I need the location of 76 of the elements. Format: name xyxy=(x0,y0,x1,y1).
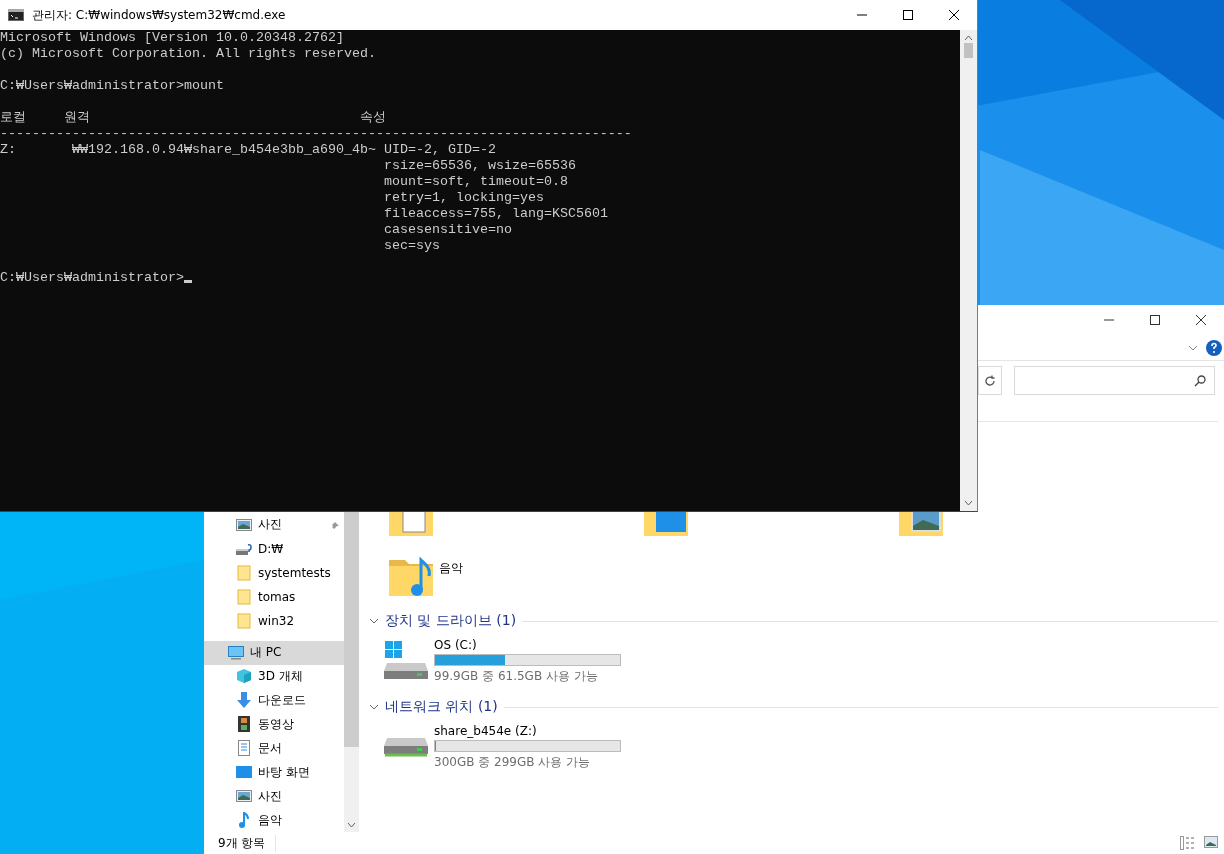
network-drive-icon xyxy=(383,737,429,757)
drive-name: OS (C:) xyxy=(434,637,478,652)
nav-item[interactable]: 사진 xyxy=(204,513,344,537)
column-header: 원격 xyxy=(64,110,91,126)
console-text: retry=1, locking=yes xyxy=(384,190,544,205)
console-text: (c) Microsoft Corporation. All rights reserved. xyxy=(0,46,376,61)
chevron-down-icon[interactable] xyxy=(369,704,379,710)
nav-item[interactable]: 내 PC xyxy=(204,640,344,665)
scroll-up-icon[interactable] xyxy=(964,35,973,41)
help-icon[interactable] xyxy=(1206,339,1222,356)
console-text: rsize=65536, wsize=65536 xyxy=(384,158,576,173)
nav-item[interactable]: 사진 xyxy=(204,784,344,809)
pictures-icon xyxy=(236,516,252,533)
group-title: 장치 및 드라이브 (1) xyxy=(385,612,517,630)
cube-icon xyxy=(236,668,252,685)
nav-item[interactable]: 바탕 화면 xyxy=(204,760,344,785)
console-icon xyxy=(8,9,24,21)
group-title: 네트워크 위치 (1) xyxy=(385,698,498,716)
computer-icon xyxy=(228,644,244,661)
text-cursor xyxy=(183,280,192,283)
close-icon[interactable] xyxy=(949,10,959,20)
film-icon xyxy=(236,716,252,733)
item-count: 9개 항목 xyxy=(218,834,277,852)
nav-item[interactable]: systemtests xyxy=(204,560,344,585)
scroll-down-icon[interactable] xyxy=(347,822,356,828)
refresh-icon[interactable] xyxy=(984,374,996,387)
folder-icon xyxy=(236,564,252,581)
refresh-button[interactable] xyxy=(978,366,1002,395)
folder-icon xyxy=(236,612,252,629)
console-text: Z: xyxy=(0,142,16,157)
drive-name: share_b454e (Z:) xyxy=(434,723,538,738)
close-icon[interactable] xyxy=(1196,315,1206,325)
drive-icon xyxy=(383,641,429,681)
nav-item[interactable]: win32 xyxy=(204,608,344,633)
document-icon xyxy=(236,740,252,757)
console-text: C:₩Users₩administrator> xyxy=(0,270,184,285)
search-icon xyxy=(1194,374,1206,387)
maximize-icon[interactable] xyxy=(903,10,913,20)
download-icon xyxy=(236,692,252,709)
large-icons-view-icon[interactable] xyxy=(1204,836,1218,848)
chevron-down-icon[interactable] xyxy=(369,618,379,624)
nav-item[interactable]: D:₩ xyxy=(204,536,344,561)
drive-space: 300GB 중 299GB 사용 가능 xyxy=(434,753,592,771)
scroll-down-icon[interactable] xyxy=(964,500,973,506)
console-text: sec=sys xyxy=(384,238,440,253)
nav-item[interactable]: 다운로드 xyxy=(204,688,344,713)
console-text: casesensitive=no xyxy=(384,222,512,237)
search-field[interactable] xyxy=(1014,366,1215,395)
scrollbar[interactable] xyxy=(960,30,977,511)
details-view-icon[interactable] xyxy=(1180,836,1196,850)
desktop-icon xyxy=(236,764,252,781)
scrollbar-thumb[interactable] xyxy=(964,43,973,58)
nav-item[interactable]: 동영상 xyxy=(204,712,344,737)
maximize-icon[interactable] xyxy=(1150,315,1160,325)
window-title: 관리자: C:₩windows₩system32₩cmd.exe xyxy=(32,6,287,24)
column-header: 속성 xyxy=(360,110,387,126)
pictures-icon xyxy=(236,788,252,805)
drive-space: 99.9GB 중 61.5GB 사용 가능 xyxy=(434,667,599,685)
nav-item[interactable]: 문서 xyxy=(204,736,344,761)
chevron-down-icon[interactable] xyxy=(1188,344,1198,351)
column-header: 로컬 xyxy=(0,110,27,126)
console-text: mount=soft, timeout=0.8 xyxy=(384,174,568,189)
folder-label: 음악 xyxy=(439,560,463,577)
nav-item[interactable]: tomas xyxy=(204,584,344,609)
console-text: C:₩Users₩administrator>mount xyxy=(0,78,224,93)
console-text: ------------------------------------------------------------------------------- xyxy=(0,126,632,141)
scrollbar[interactable] xyxy=(344,512,359,832)
scrollbar-thumb[interactable] xyxy=(344,512,359,747)
nav-item[interactable]: 음악 xyxy=(204,808,344,832)
folder-icon xyxy=(236,588,252,605)
console-text: UID=-2, GID=-2 xyxy=(384,142,496,157)
nav-item[interactable]: 3D 개체 xyxy=(204,664,344,689)
console-text: Microsoft Windows [Version 10.0.20348.2762] xyxy=(0,30,344,45)
music-note-icon xyxy=(236,812,252,828)
console-text: ₩₩192.168.0.94₩share_b454e3bb_a690_4b~ xyxy=(72,142,376,157)
console-text: fileaccess=755, lang=KSC5601 xyxy=(384,206,608,221)
